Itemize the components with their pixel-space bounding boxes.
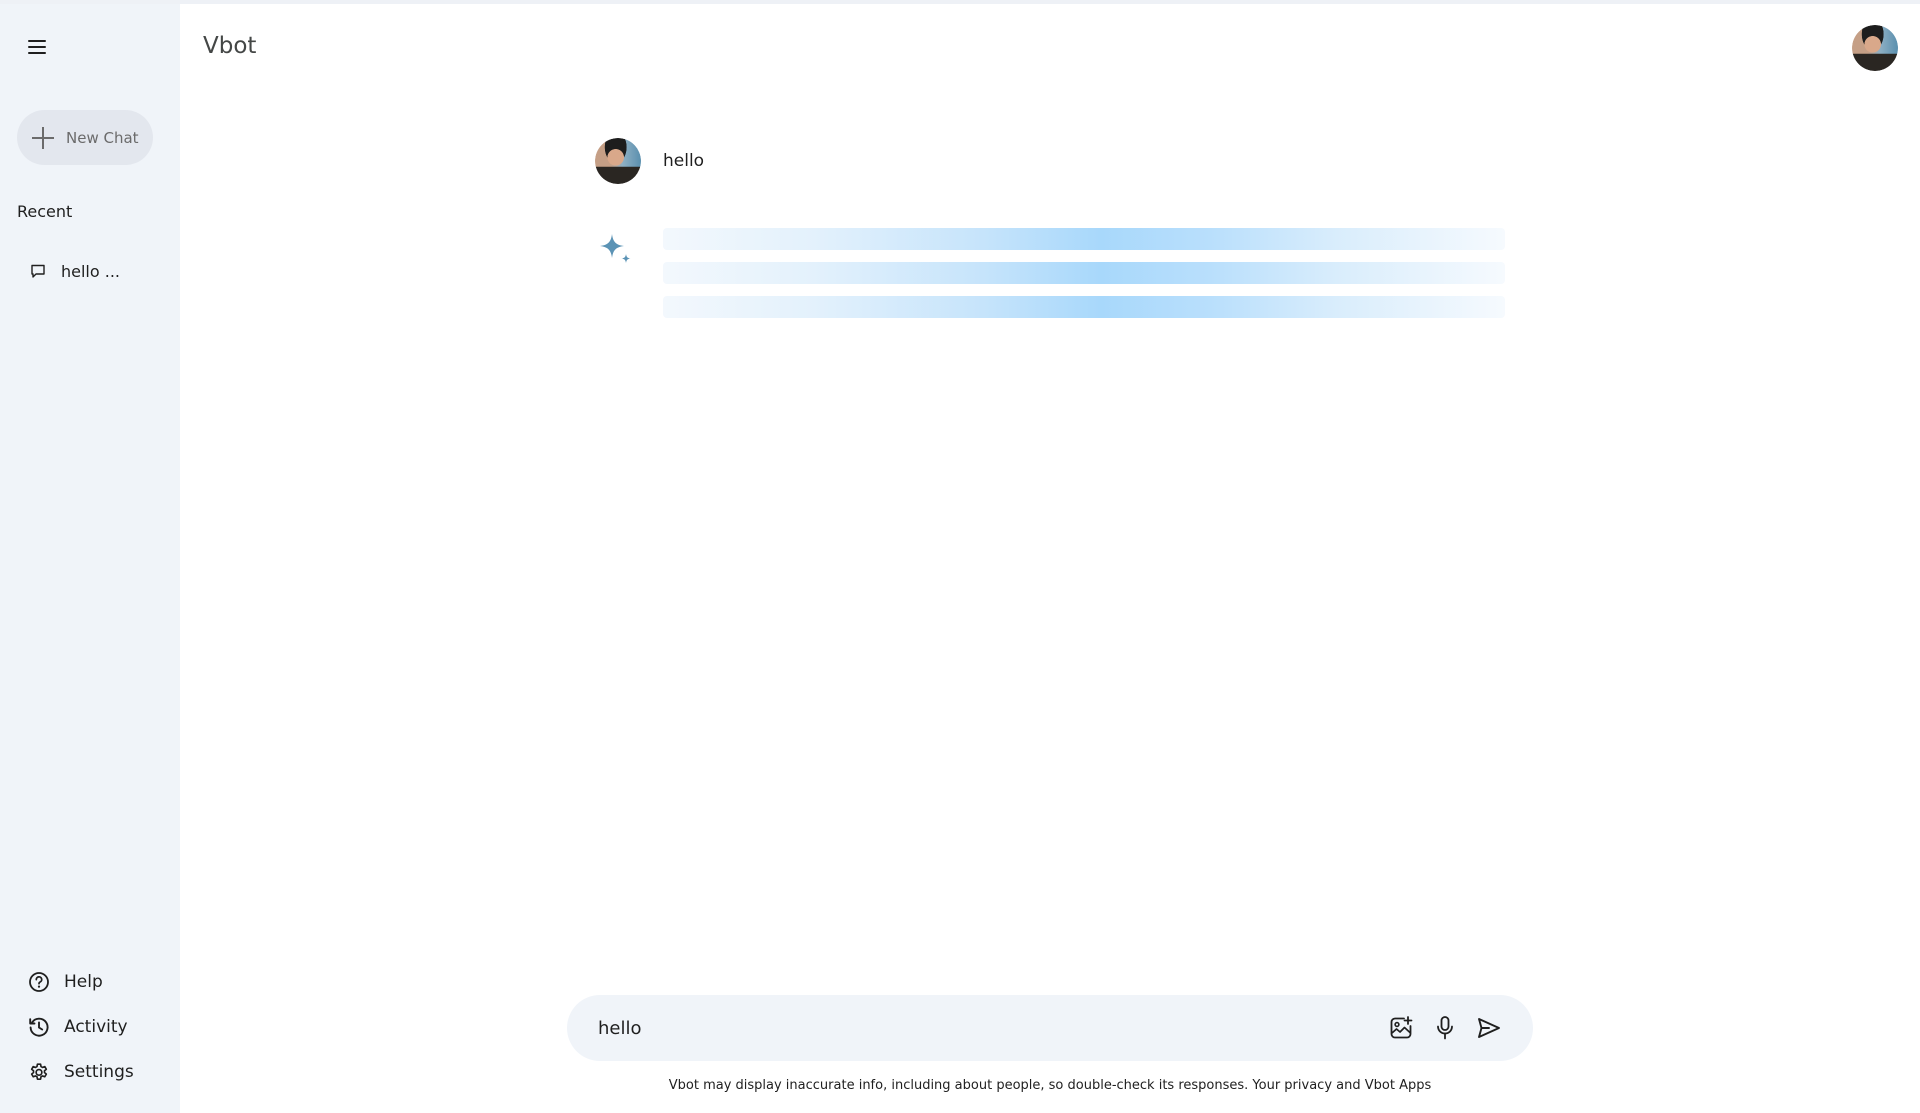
gear-icon xyxy=(30,1062,48,1080)
avatar-image xyxy=(1852,25,1898,71)
microphone-button[interactable] xyxy=(1425,1008,1465,1048)
sparkle-icon xyxy=(600,234,631,263)
add-image-icon xyxy=(1390,1016,1413,1039)
sidebar-bottom-nav: Help Activity Settings xyxy=(28,959,134,1094)
sidebar-item-settings[interactable]: Settings xyxy=(28,1049,134,1094)
prompt-composer xyxy=(567,995,1533,1061)
send-icon xyxy=(1478,1018,1500,1038)
new-chat-label: New Chat xyxy=(66,128,139,147)
account-avatar[interactable] xyxy=(1852,25,1898,71)
recent-chat-item[interactable]: hello ... xyxy=(17,254,167,288)
privacy-link[interactable]: Your privacy and Vbot Apps xyxy=(1252,1078,1431,1093)
microphone-icon xyxy=(1437,1016,1453,1040)
chat-bubble-icon xyxy=(31,264,45,278)
sidebar: New Chat Recent hello ... Help Activity xyxy=(0,4,180,1113)
help-circle-icon xyxy=(29,971,49,992)
loading-indicator xyxy=(663,228,1505,330)
loader-bar xyxy=(663,296,1505,318)
user-message-text: hello xyxy=(663,151,705,171)
loader-bar xyxy=(663,228,1505,250)
recent-heading: Recent xyxy=(17,202,73,221)
app-title: Vbot xyxy=(203,33,257,59)
user-message: hello xyxy=(595,138,704,184)
recent-chat-label: hello ... xyxy=(61,261,121,281)
loader-bar xyxy=(663,262,1505,284)
activity-label: Activity xyxy=(64,1016,128,1037)
sidebar-item-help[interactable]: Help xyxy=(28,959,134,1004)
plus-icon xyxy=(32,126,54,149)
sidebar-item-activity[interactable]: Activity xyxy=(28,1004,134,1049)
hamburger-menu-icon[interactable] xyxy=(24,32,54,62)
disclaimer: Vbot may display inaccurate info, includ… xyxy=(180,1078,1920,1093)
send-button[interactable] xyxy=(1469,1008,1509,1048)
new-chat-button[interactable]: New Chat xyxy=(17,110,153,165)
help-label: Help xyxy=(64,971,103,992)
user-avatar xyxy=(595,138,641,184)
history-icon xyxy=(29,1017,49,1037)
disclaimer-text: Vbot may display inaccurate info, includ… xyxy=(668,1078,1249,1093)
avatar-image xyxy=(595,138,641,184)
prompt-input[interactable] xyxy=(598,1017,1377,1039)
settings-label: Settings xyxy=(64,1061,134,1082)
top-strip xyxy=(0,0,1920,4)
add-image-button[interactable] xyxy=(1381,1008,1421,1048)
